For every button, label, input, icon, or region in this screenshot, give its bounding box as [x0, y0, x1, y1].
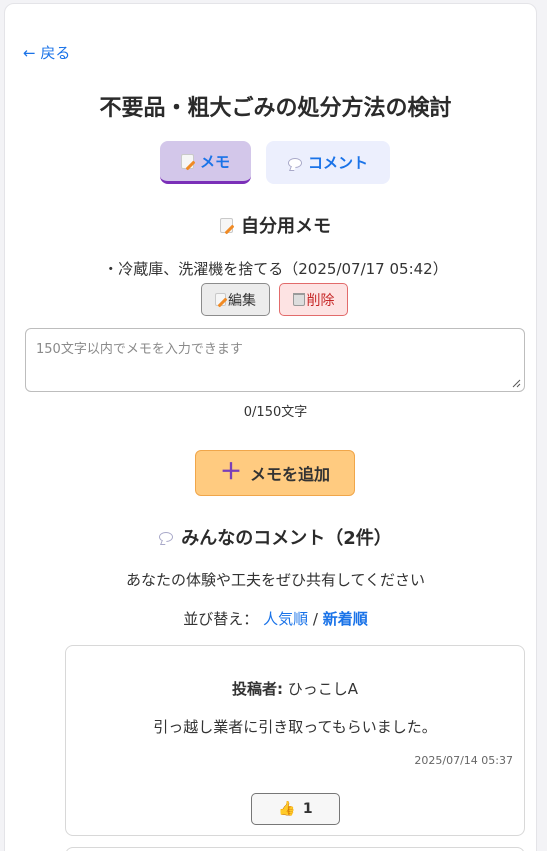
comments-subtitle: あなたの体験や工夫をぜひ共有してください — [125, 571, 426, 589]
like-button[interactable]: 👍 1 — [251, 793, 340, 825]
sort-prefix: 並び替え： — [183, 610, 259, 628]
tab-comment-label: コメント — [307, 154, 368, 172]
memo-input[interactable] — [25, 328, 525, 392]
sort-row: 並び替え： 人気順 / 新着順 — [5, 608, 546, 629]
main-card: ← 戻る 不要品・粗大ごみの処分方法の検討 メモ コメント 自分用メモ ・冷蔵庫… — [4, 3, 537, 851]
tab-memo[interactable]: メモ — [160, 141, 251, 184]
thumbs-up-icon: 👍 — [278, 801, 296, 817]
back-link[interactable]: ← 戻る — [23, 42, 70, 63]
memo-item: ・冷蔵庫、洗濯機を捨てる（2025/07/17 05:42） — [103, 260, 448, 278]
comment-text: 引っ越し業者に引き取ってもらいました。 — [153, 718, 437, 736]
add-memo-button[interactable]: ＋ メモを追加 — [195, 450, 355, 496]
tab-comment[interactable]: コメント — [266, 141, 390, 184]
comment-timestamp: 2025/07/14 05:37 — [414, 754, 513, 767]
like-count: 1 — [302, 801, 313, 817]
edit-button[interactable]: 編集 — [201, 283, 270, 316]
comment-author: ひっこしA — [287, 680, 359, 698]
char-count: 0/150文字 — [243, 405, 308, 420]
memo-icon — [220, 217, 233, 233]
delete-button-label: 削除 — [306, 292, 335, 309]
speech-bubble-icon — [287, 157, 302, 168]
trash-icon — [292, 293, 305, 306]
edit-button-label: 編集 — [228, 292, 256, 309]
memo-heading-label: 自分用メモ — [241, 216, 331, 237]
memo-icon — [180, 153, 194, 169]
sort-popular-link[interactable]: 人気順 — [263, 610, 308, 628]
speech-bubble-icon — [159, 532, 174, 542]
memo-heading: 自分用メモ — [5, 212, 546, 238]
plus-icon: ＋ — [219, 460, 242, 485]
tab-memo-label: メモ — [199, 152, 230, 171]
comment-author-label: 投稿者: — [231, 680, 283, 698]
comments-heading: みんなのコメント（2件） — [5, 524, 546, 550]
memo-icon — [215, 293, 226, 306]
sort-newest-link[interactable]: 新着順 — [323, 610, 368, 628]
resize-grip-icon[interactable] — [511, 378, 521, 388]
sort-separator: / — [312, 610, 318, 628]
comment-card — [65, 847, 525, 851]
comment-author-row: 投稿者: ひっこしA — [66, 678, 524, 699]
comment-card: 投稿者: ひっこしA 引っ越し業者に引き取ってもらいました。 2025/07/1… — [65, 645, 525, 836]
add-memo-label: メモを追加 — [250, 465, 331, 484]
page-title: 不要品・粗大ごみの処分方法の検討 — [99, 96, 452, 121]
comments-heading-label: みんなのコメント（2件） — [181, 528, 392, 549]
delete-button[interactable]: 削除 — [279, 283, 348, 316]
